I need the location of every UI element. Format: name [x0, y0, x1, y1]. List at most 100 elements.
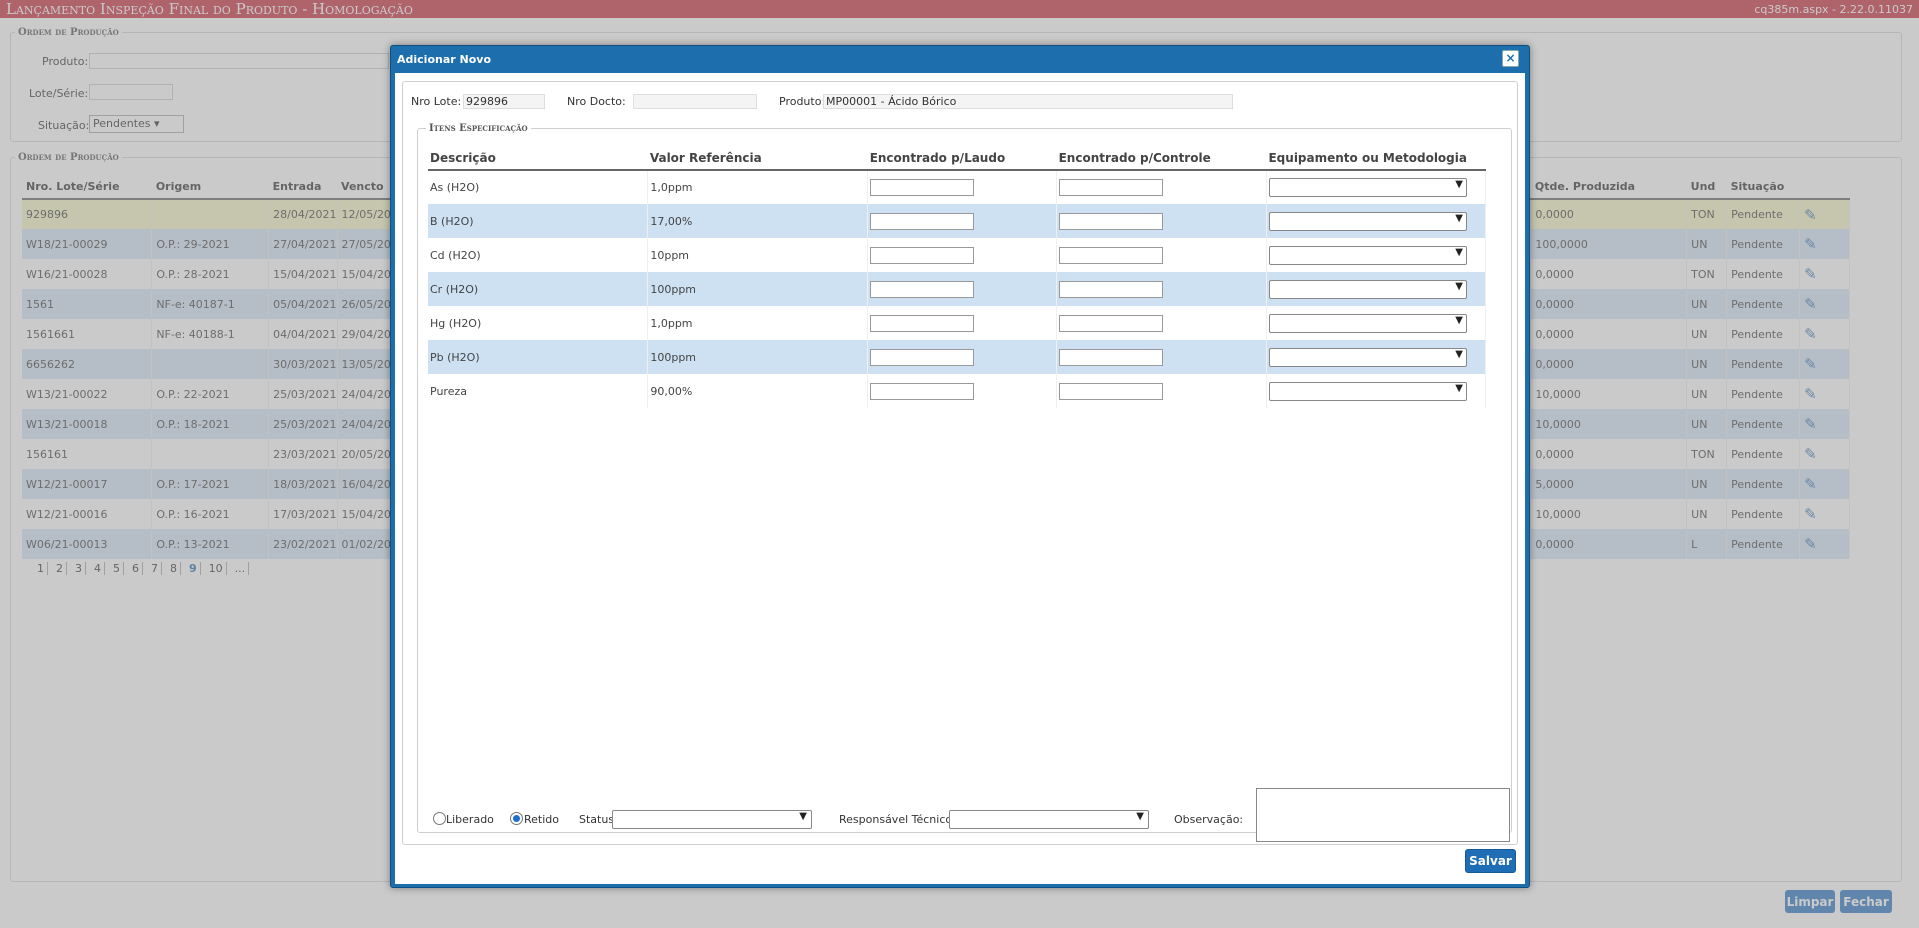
- spec-row: Pb (H2O) 100ppm ▼: [428, 340, 1487, 374]
- laudo-cell: [867, 340, 1058, 374]
- equipamento-select[interactable]: ▼: [1268, 313, 1467, 333]
- controle-cell: [1056, 170, 1267, 204]
- dialog-title: Adicionar Novo: [397, 53, 492, 66]
- save-button[interactable]: Salvar: [1465, 849, 1516, 873]
- spec-descricao: Pureza: [428, 374, 649, 408]
- chevron-down-icon: ▼: [1455, 212, 1463, 224]
- nro-docto-label: Nro Docto:: [567, 95, 626, 108]
- dialog-body: Nro Lote: 929896 Nro Docto: Produto: MP0…: [395, 73, 1525, 884]
- responsavel-select[interactable]: ▼: [949, 810, 1149, 829]
- laudo-cell: [867, 374, 1058, 408]
- observacao-label: Observação:: [1174, 813, 1244, 826]
- add-new-dialog: Adicionar Novo × Nro Lote: 929896 Nro Do…: [390, 45, 1530, 888]
- close-icon[interactable]: ×: [1502, 50, 1519, 67]
- retido-label: Retido: [524, 813, 559, 826]
- spec-valor-referencia: 1,0ppm: [647, 170, 869, 204]
- laudo-cell: [867, 170, 1058, 204]
- encontrado-laudo-input[interactable]: [870, 246, 975, 264]
- laudo-cell: [867, 306, 1058, 340]
- equip-cell: ▼: [1266, 204, 1487, 238]
- controle-cell: [1056, 306, 1267, 340]
- encontrado-controle-input[interactable]: [1059, 212, 1164, 230]
- status-select[interactable]: ▼: [612, 810, 812, 829]
- chevron-down-icon: ▼: [1455, 179, 1463, 190]
- spec-valor-referencia: 90,00%: [647, 374, 869, 408]
- encontrado-controle-input[interactable]: [1059, 314, 1164, 332]
- spec-valor-referencia: 100ppm: [647, 272, 869, 306]
- encontrado-laudo-input[interactable]: [870, 179, 975, 196]
- encontrado-laudo-input[interactable]: [870, 314, 975, 332]
- nro-lote-value: 929896: [466, 95, 508, 108]
- encontrado-controle-input[interactable]: [1059, 246, 1164, 264]
- encontrado-laudo-input[interactable]: [870, 348, 975, 366]
- spec-row: As (H2O) 1,0ppm ▼: [428, 170, 1487, 204]
- encontrado-laudo-input[interactable]: [870, 280, 975, 298]
- equipamento-select[interactable]: ▼: [1268, 178, 1467, 197]
- observacao-textarea[interactable]: [1256, 788, 1510, 842]
- produto-field: MP00001 - Ácido Bórico: [823, 94, 1233, 109]
- laudo-cell: [867, 272, 1058, 306]
- equipamento-select[interactable]: ▼: [1268, 245, 1467, 265]
- spec-row: Cr (H2O) 100ppm ▼: [428, 272, 1487, 306]
- equipamento-select[interactable]: ▼: [1268, 381, 1467, 401]
- equip-cell: ▼: [1266, 340, 1487, 374]
- spec-descricao: Hg (H2O): [428, 306, 649, 340]
- spec-descricao: Pb (H2O): [428, 340, 649, 374]
- liberado-radio[interactable]: [433, 812, 446, 825]
- chevron-down-icon: ▼: [1455, 246, 1463, 258]
- encontrado-laudo-input[interactable]: [870, 212, 975, 230]
- chevron-down-icon: ▼: [1455, 314, 1463, 326]
- spec-row: B (H2O) 17,00% ▼: [428, 204, 1487, 238]
- equipamento-select[interactable]: ▼: [1268, 211, 1467, 231]
- encontrado-laudo-input[interactable]: [870, 382, 975, 400]
- spec-descricao: Cd (H2O): [428, 238, 649, 272]
- col-valor-referencia: Valor Referência: [647, 146, 868, 171]
- controle-cell: [1056, 340, 1267, 374]
- spec-valor-referencia: 100ppm: [647, 340, 869, 374]
- equip-cell: ▼: [1266, 272, 1487, 306]
- spec-grid: Descrição Valor Referência Encontrado p/…: [428, 146, 1496, 774]
- retido-radio[interactable]: [510, 812, 523, 825]
- produto-value: MP00001 - Ácido Bórico: [826, 95, 957, 108]
- encontrado-controle-input[interactable]: [1059, 348, 1164, 366]
- laudo-cell: [867, 238, 1058, 272]
- chevron-down-icon: ▼: [1455, 280, 1463, 292]
- col-encontrado-controle: Encontrado p/Controle: [1056, 146, 1267, 171]
- encontrado-controle-input[interactable]: [1059, 179, 1164, 196]
- equip-cell: ▼: [1266, 238, 1487, 272]
- spec-descricao: Cr (H2O): [428, 272, 649, 306]
- spec-descricao: B (H2O): [428, 204, 649, 238]
- spec-fieldset: Itens Especificação Descrição Valor Refe…: [417, 123, 1512, 842]
- chevron-down-icon: ▼: [1136, 811, 1144, 822]
- responsavel-label: Responsável Técnico:: [839, 813, 956, 826]
- equip-cell: ▼: [1266, 374, 1487, 408]
- controle-cell: [1056, 272, 1267, 306]
- equip-cell: ▼: [1266, 170, 1487, 204]
- spec-row: Cd (H2O) 10ppm ▼: [428, 238, 1487, 272]
- spec-valor-referencia: 1,0ppm: [647, 306, 869, 340]
- spec-row: Hg (H2O) 1,0ppm ▼: [428, 306, 1487, 340]
- laudo-cell: [867, 204, 1058, 238]
- liberado-label: Liberado: [446, 813, 494, 826]
- controle-cell: [1056, 204, 1267, 238]
- controle-cell: [1056, 374, 1267, 408]
- chevron-down-icon: ▼: [1455, 382, 1463, 394]
- controle-cell: [1056, 238, 1267, 272]
- col-encontrado-laudo: Encontrado p/Laudo: [867, 146, 1057, 171]
- spec-row: Pureza 90,00% ▼: [428, 374, 1487, 408]
- encontrado-controle-input[interactable]: [1059, 280, 1164, 298]
- spec-valor-referencia: 10ppm: [647, 238, 869, 272]
- nro-lote-field: 929896: [463, 94, 545, 109]
- encontrado-controle-input[interactable]: [1059, 382, 1164, 400]
- chevron-down-icon: ▼: [1455, 348, 1463, 360]
- nro-docto-field: [633, 94, 757, 109]
- dialog-form-panel: Nro Lote: 929896 Nro Docto: Produto: MP0…: [402, 81, 1518, 845]
- chevron-down-icon: ▼: [799, 811, 807, 822]
- spec-table: Descrição Valor Referência Encontrado p/…: [428, 146, 1487, 408]
- spec-footer: Liberado Retido Status: ▼ Responsável Té…: [433, 788, 1513, 843]
- col-descricao: Descrição: [428, 146, 648, 171]
- equipamento-select[interactable]: ▼: [1268, 279, 1467, 299]
- produto-header-label: Produto:: [779, 95, 826, 108]
- spec-valor-referencia: 17,00%: [647, 204, 869, 238]
- equipamento-select[interactable]: ▼: [1268, 347, 1467, 367]
